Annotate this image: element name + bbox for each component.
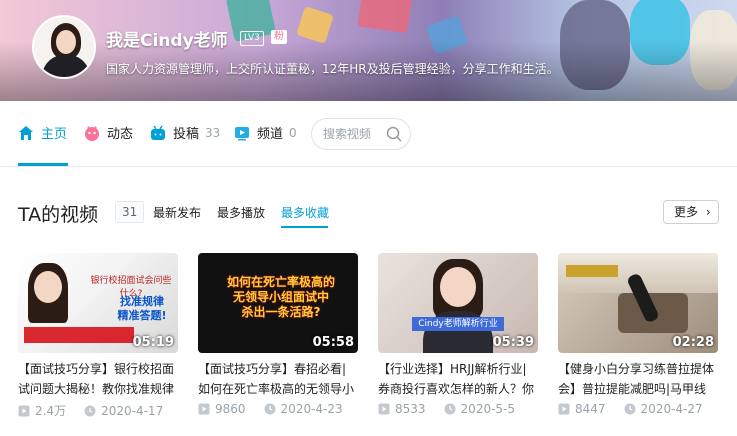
sort-most-played[interactable]: 最多播放 bbox=[217, 204, 265, 221]
tab-dynamic[interactable]: 动态 bbox=[84, 123, 133, 142]
search-input[interactable]: 搜索视频 bbox=[311, 118, 411, 150]
tab-upload-label: 投稿 bbox=[173, 127, 200, 142]
gift-box-decoration bbox=[296, 6, 334, 44]
video-title-line: 【面试技巧分享】春招必看| bbox=[198, 362, 347, 376]
section-title: TA的视频 bbox=[18, 204, 99, 226]
video-title-line: 试问题大揭秘！教你找准规律 bbox=[18, 382, 175, 396]
duration-label: 05:19 bbox=[132, 335, 174, 350]
video-meta: 8533 2020-5-5 bbox=[378, 402, 538, 416]
video-title-line: 【健身小白分享习练普拉提体 bbox=[558, 362, 715, 376]
video-card[interactable]: Cindy老师解析行业 05:39 【行业选择】HRJJ解析行业| 券商投行喜欢… bbox=[378, 253, 538, 416]
video-title[interactable]: 【健身小白分享习练普拉提体 会】普拉提能减肥吗|马甲线 bbox=[558, 359, 718, 399]
video-title[interactable]: 【面试技巧分享】春招必看| 如何在死亡率极高的无领导小 bbox=[198, 359, 358, 399]
avatar[interactable] bbox=[32, 15, 96, 79]
video-meta: 2.4万 2020-4-17 bbox=[18, 402, 178, 419]
thumb-text: 如何在死亡率极高的 bbox=[226, 275, 335, 289]
sort-active-indicator bbox=[281, 226, 328, 228]
channel-icon bbox=[235, 126, 249, 140]
video-title-line: 如何在死亡率极高的无领导小 bbox=[198, 382, 355, 396]
video-title[interactable]: 【面试技巧分享】银行校招面 试问题大揭秘！教你找准规律 bbox=[18, 359, 178, 399]
video-meta: 8447 2020-4-27 bbox=[558, 402, 718, 416]
more-button[interactable]: 更多 › bbox=[663, 200, 719, 224]
level-badge: LV3 bbox=[240, 31, 264, 46]
clock-icon bbox=[444, 403, 456, 415]
tab-dynamic-label: 动态 bbox=[107, 127, 134, 142]
duration-label: 05:39 bbox=[492, 335, 534, 350]
duration-label: 02:28 bbox=[672, 335, 714, 350]
person-face bbox=[440, 267, 476, 307]
more-label: 更多 bbox=[674, 205, 699, 219]
video-card[interactable]: 02:28 【健身小白分享习练普拉提体 会】普拉提能减肥吗|马甲线 8447 2… bbox=[558, 253, 718, 416]
thumb-text: 找准规律 bbox=[120, 295, 164, 308]
play-count: 9860 bbox=[215, 402, 246, 416]
play-count: 8447 bbox=[575, 402, 606, 416]
tab-channel[interactable]: 频道 0 bbox=[234, 123, 297, 142]
dynamic-icon bbox=[85, 125, 99, 141]
user-sign: 国家人力资源管理师，上交所认证董秘，12年HR及投后管理经验，分享工作和生活。 bbox=[106, 62, 559, 76]
upload-date: 2020-4-17 bbox=[101, 403, 164, 418]
user-name: 我是Cindy老师 bbox=[106, 31, 228, 51]
play-count-icon bbox=[378, 403, 390, 415]
play-count-icon bbox=[558, 403, 570, 415]
video-thumbnail[interactable]: 02:28 bbox=[558, 253, 718, 353]
search-icon[interactable] bbox=[386, 126, 402, 142]
search-placeholder: 搜索视频 bbox=[323, 127, 372, 141]
duration-label: 05:58 bbox=[312, 335, 354, 350]
video-card[interactable]: 如何在死亡率极高的 无领导小组面试中 杀出一条活路? 05:58 【面试技巧分享… bbox=[198, 253, 358, 416]
tab-home-label: 主页 bbox=[41, 127, 68, 142]
upload-date: 2020-5-5 bbox=[460, 402, 516, 416]
video-thumbnail[interactable]: 如何在死亡率极高的 无领导小组面试中 杀出一条活路? 05:58 bbox=[198, 253, 358, 353]
video-count-badge: 31 bbox=[115, 201, 145, 223]
video-title-line: 会】普拉提能减肥吗|马甲线 bbox=[558, 382, 707, 396]
upload-icon bbox=[151, 125, 165, 140]
thumb-text-group: 找准规律 精准答题! bbox=[114, 295, 170, 323]
video-meta: 9860 2020-4-23 bbox=[198, 402, 358, 416]
profile-banner: 我是Cindy老师 LV3 粉 国家人力资源管理师，上交所认证董秘，12年HR及… bbox=[0, 0, 737, 101]
video-card[interactable]: 银行校招面试会问些什么? 找准规律 精准答题! 05:19 【面试技巧分享】银行… bbox=[18, 253, 178, 419]
sort-latest[interactable]: 最新发布 bbox=[153, 204, 201, 221]
tab-channel-label: 频道 bbox=[257, 127, 284, 142]
sort-most-favorited[interactable]: 最多收藏 bbox=[281, 204, 329, 221]
clock-icon bbox=[624, 403, 636, 415]
channel-count: 0 bbox=[289, 125, 297, 140]
thumb-text: Cindy老师解析行业 bbox=[412, 317, 504, 331]
gift-box-decoration bbox=[357, 0, 413, 34]
date-group: 2020-5-5 bbox=[444, 402, 515, 416]
red-caption-bar bbox=[24, 327, 134, 343]
video-title-line: 券商投行喜欢怎样的新人？你 bbox=[378, 382, 535, 396]
date-group: 2020-4-17 bbox=[84, 404, 163, 418]
thumb-text: 无领导小组面试中 bbox=[232, 290, 329, 304]
video-title-line: 【面试技巧分享】银行校招面 bbox=[18, 362, 175, 376]
video-title[interactable]: 【行业选择】HRJJ解析行业| 券商投行喜欢怎样的新人？你 bbox=[378, 359, 538, 399]
date-group: 2020-4-23 bbox=[264, 402, 343, 416]
play-count: 8533 bbox=[395, 402, 426, 416]
video-thumbnail[interactable]: 银行校招面试会问些什么? 找准规律 精准答题! 05:19 bbox=[18, 253, 178, 353]
play-count: 2.4万 bbox=[35, 404, 67, 418]
fan-badge[interactable]: 粉 bbox=[271, 30, 287, 44]
tab-home[interactable]: 主页 bbox=[18, 123, 67, 142]
date-group: 2020-4-27 bbox=[624, 402, 703, 416]
tab-upload[interactable]: 投稿 33 bbox=[150, 123, 220, 142]
upload-date: 2020-4-27 bbox=[640, 402, 703, 416]
thumb-label bbox=[566, 265, 618, 277]
chevron-right-icon: › bbox=[705, 205, 711, 219]
upload-count: 33 bbox=[205, 125, 221, 140]
clock-icon bbox=[84, 405, 96, 416]
profile-nav: 主页 动态 投稿 33 频道 0 搜索视频 bbox=[0, 101, 737, 167]
play-count-icon bbox=[18, 405, 30, 416]
video-thumbnail[interactable]: Cindy老师解析行业 05:39 bbox=[378, 253, 538, 353]
upload-date: 2020-4-23 bbox=[280, 402, 343, 416]
clock-icon bbox=[264, 403, 276, 415]
thumb-text-group: 如何在死亡率极高的 无领导小组面试中 杀出一条活路? bbox=[206, 275, 356, 320]
thumb-text: 精准答题! bbox=[117, 309, 167, 322]
thumb-text: 杀出一条活路? bbox=[241, 305, 321, 319]
home-icon bbox=[19, 125, 33, 140]
tab-active-indicator bbox=[18, 163, 68, 166]
play-count-icon bbox=[198, 403, 210, 415]
person-face bbox=[34, 271, 62, 303]
video-title-line: 【行业选择】HRJJ解析行业| bbox=[378, 362, 527, 376]
